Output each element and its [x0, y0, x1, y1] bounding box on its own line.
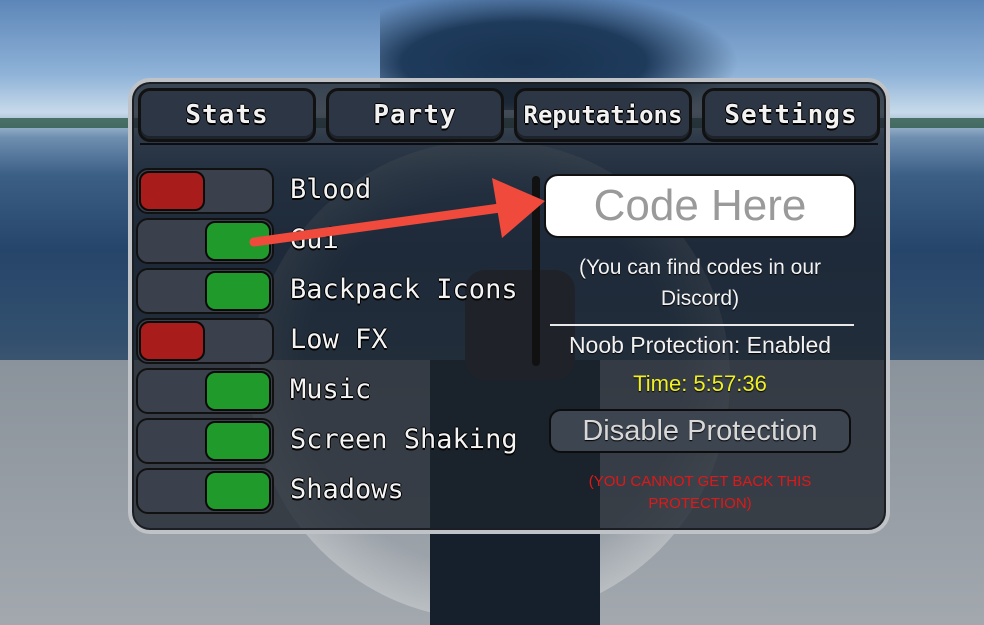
shadows-toggle[interactable]: [136, 468, 274, 514]
toggle-row-low-fx: Low FX: [136, 318, 526, 368]
toggle-knob: [205, 221, 271, 261]
section-divider: [550, 324, 854, 326]
toggle-row-backpack-icons: Backpack Icons: [136, 268, 526, 318]
toggle-label: Blood: [290, 174, 372, 205]
toggle-label: Backpack Icons: [290, 274, 518, 305]
tab-party[interactable]: Party: [326, 88, 504, 142]
toggle-label: Shadows: [290, 474, 404, 505]
code-input-box[interactable]: [544, 174, 856, 238]
protection-warning: (YOU CANNOT GET BACK THIS PROTECTION): [588, 473, 812, 512]
toggle-row-shadows: Shadows: [136, 468, 526, 518]
tab-stats[interactable]: Stats: [138, 88, 316, 142]
music-toggle[interactable]: [136, 368, 274, 414]
tab-bar: Stats Party Reputations Settings: [138, 88, 880, 142]
disable-protection-button[interactable]: Disable Protection: [549, 409, 851, 453]
codes-section: (You can find codes in our Discord) Noob…: [544, 174, 856, 515]
toggle-label: Screen Shaking: [290, 424, 518, 455]
tab-reputations[interactable]: Reputations: [514, 88, 692, 142]
toggle-row-screen-shaking: Screen Shaking: [136, 418, 526, 468]
screen-shaking-toggle[interactable]: [136, 418, 274, 464]
toggle-knob: [139, 171, 205, 211]
toggle-knob: [205, 371, 271, 411]
settings-toggle-list: Blood Gui Backpack Icons Low FX Music Sc…: [136, 168, 526, 518]
toggle-label: Low FX: [290, 324, 388, 355]
toggle-label: Music: [290, 374, 372, 405]
tab-settings[interactable]: Settings: [702, 88, 880, 142]
code-input[interactable]: [546, 180, 854, 232]
codes-hint: (You can find codes in our Discord): [578, 256, 822, 310]
protection-timer: Time: 5:57:36: [633, 371, 767, 396]
toggle-row-blood: Blood: [136, 168, 526, 218]
toggle-row-music: Music: [136, 368, 526, 418]
toggle-knob: [205, 421, 271, 461]
gui-toggle[interactable]: [136, 218, 274, 264]
tab-divider: [140, 143, 878, 145]
noob-protection-status: Noob Protection: Enabled: [568, 332, 832, 358]
low-fx-toggle[interactable]: [136, 318, 274, 364]
toggle-knob: [205, 471, 271, 511]
toggle-knob: [205, 271, 271, 311]
toggle-knob: [139, 321, 205, 361]
blood-toggle[interactable]: [136, 168, 274, 214]
toggle-list-scrollbar[interactable]: [532, 176, 540, 366]
toggle-row-gui: Gui: [136, 218, 526, 268]
backpack-icons-toggle[interactable]: [136, 268, 274, 314]
menu-panel: Stats Party Reputations Settings Blood G…: [128, 78, 890, 534]
toggle-label: Gui: [290, 224, 339, 255]
